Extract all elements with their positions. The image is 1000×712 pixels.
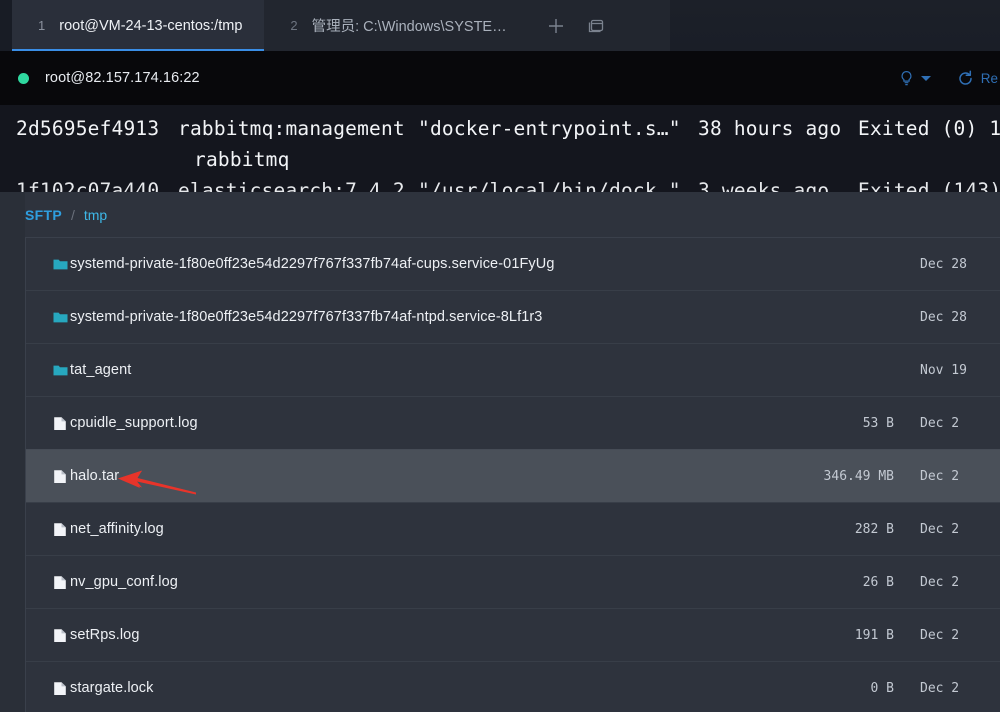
file-date: Dec 2	[920, 521, 960, 537]
file-name: nv_gpu_conf.log	[70, 574, 178, 590]
folder-icon	[53, 256, 68, 273]
container-status: Exited (0) 1	[858, 117, 1000, 140]
container-command: "/usr/local/bin/dock…"	[418, 179, 681, 192]
tab-bar: 1 root@VM-24-13-centos:/tmp 2 管理员: C:\Wi…	[0, 0, 1000, 51]
file-date: Nov 19	[920, 362, 967, 378]
file-name-cell: net_affinity.log	[26, 521, 754, 538]
file-size: 191 B	[854, 627, 894, 643]
table-row[interactable]: net_affinity.log 282 B Dec 2	[26, 502, 1000, 555]
breadcrumb-root[interactable]: SFTP	[25, 207, 62, 223]
container-created: 3 weeks ago	[698, 179, 830, 192]
sftp-file-list[interactable]: systemd-private-1f80e0ff23e54d2297f767f3…	[25, 237, 1000, 712]
connection-actions: Re	[899, 69, 1000, 87]
tab-terminal-1[interactable]: 1 root@VM-24-13-centos:/tmp	[12, 0, 265, 51]
file-icon	[53, 574, 68, 591]
file-size: 346.49 MB	[823, 468, 894, 484]
connection-host-label: root@82.157.174.16:22	[45, 70, 200, 86]
terminal-output[interactable]: 2d5695ef4913 rabbitmq:management "docker…	[0, 105, 1000, 192]
file-icon	[53, 468, 68, 485]
breadcrumb: SFTP / tmp	[0, 192, 1000, 237]
file-date: Dec 28	[920, 256, 967, 272]
tab-bar-left-gutter	[0, 0, 12, 51]
file-name-cell: setRps.log	[26, 627, 754, 644]
table-row[interactable]: tat_agent Nov 19	[26, 343, 1000, 396]
terminal-row: 2d5695ef4913 rabbitmq:management "docker…	[0, 105, 1000, 144]
file-name-cell: stargate.lock	[26, 680, 754, 697]
file-name: setRps.log	[70, 627, 140, 643]
file-name-cell: halo.tar	[26, 468, 754, 485]
table-row[interactable]: nv_gpu_conf.log 26 B Dec 2	[26, 555, 1000, 608]
file-name-cell: nv_gpu_conf.log	[26, 574, 754, 591]
connection-bar: root@82.157.174.16:22 Re	[0, 51, 1000, 105]
refresh-icon	[958, 69, 972, 85]
file-name: systemd-private-1f80e0ff23e54d2297f767f3…	[70, 256, 555, 272]
file-name: cpuidle_support.log	[70, 415, 198, 431]
terminal-row: 1f102c07a440 elasticsearch:7.4.2 "/usr/l…	[0, 175, 1000, 192]
windows-stack-icon[interactable]	[585, 15, 607, 37]
tab-bar-right-panel	[670, 0, 1000, 51]
tab-index-2: 2	[290, 18, 298, 33]
table-row[interactable]: setRps.log 191 B Dec 2	[26, 608, 1000, 661]
reconnect-label: Re	[980, 70, 998, 86]
sftp-left-rail	[0, 192, 25, 712]
file-date: Dec 2	[920, 574, 960, 590]
file-icon	[53, 415, 68, 432]
container-id: 1f102c07a440	[16, 179, 160, 192]
file-name: tat_agent	[70, 362, 132, 378]
folder-icon	[53, 362, 68, 379]
file-name: systemd-private-1f80e0ff23e54d2297f767f3…	[70, 309, 543, 325]
file-icon	[53, 680, 68, 697]
reconnect-button[interactable]: Re	[957, 69, 998, 87]
file-name-cell: systemd-private-1f80e0ff23e54d2297f767f3…	[26, 309, 754, 326]
file-name: halo.tar	[70, 468, 120, 484]
table-row[interactable]: systemd-private-1f80e0ff23e54d2297f767f3…	[26, 290, 1000, 343]
lightbulb-icon	[901, 70, 912, 85]
file-name-cell: tat_agent	[26, 362, 754, 379]
sftp-panel: SFTP / tmp systemd-private-1f80e0ff23e54…	[0, 192, 1000, 712]
chevron-down-icon	[920, 75, 931, 81]
file-size: 53 B	[862, 415, 894, 431]
file-name: net_affinity.log	[70, 521, 164, 537]
file-name-cell: cpuidle_support.log	[26, 415, 754, 432]
file-icon	[53, 627, 68, 644]
table-row[interactable]: stargate.lock 0 B Dec 2	[26, 661, 1000, 712]
tab-title-1: root@VM-24-13-centos:/tmp	[59, 17, 243, 34]
file-date: Dec 2	[920, 468, 960, 484]
tab-index-1: 1	[38, 18, 46, 33]
table-row[interactable]: halo.tar 346.49 MB Dec 2	[26, 449, 1000, 502]
container-id: 2d5695ef4913	[16, 117, 160, 140]
file-date: Dec 2	[920, 680, 960, 696]
file-date: Dec 28	[920, 309, 967, 325]
container-command: "docker-entrypoint.s…"	[418, 117, 681, 140]
breadcrumb-current-dir[interactable]: tmp	[84, 207, 107, 223]
container-status: Exited (143)	[858, 179, 1000, 192]
file-name-cell: systemd-private-1f80e0ff23e54d2297f767f3…	[26, 256, 754, 273]
plus-icon[interactable]	[545, 15, 567, 37]
folder-icon	[53, 309, 68, 326]
connection-status-dot	[18, 72, 29, 84]
tab-terminal-2[interactable]: 2 管理员: C:\Windows\SYSTE…	[264, 0, 529, 51]
container-created: 38 hours ago	[698, 117, 842, 140]
file-icon	[53, 521, 68, 538]
file-date: Dec 2	[920, 627, 960, 643]
breadcrumb-separator: /	[70, 206, 75, 223]
file-date: Dec 2	[920, 415, 960, 431]
app-root: 1 root@VM-24-13-centos:/tmp 2 管理员: C:\Wi…	[0, 0, 1000, 712]
file-size: 282 B	[854, 521, 894, 537]
file-name: stargate.lock	[70, 680, 154, 696]
table-row[interactable]: cpuidle_support.log 53 B Dec 2	[26, 396, 1000, 449]
container-image: rabbitmq:management	[178, 117, 405, 140]
tips-dropdown-button[interactable]	[899, 70, 931, 87]
tab-title-2: 管理员: C:\Windows\SYSTE…	[311, 19, 507, 35]
file-size: 0 B	[870, 680, 894, 696]
table-row[interactable]: systemd-private-1f80e0ff23e54d2297f767f3…	[26, 237, 1000, 290]
container-image: elasticsearch:7.4.2	[178, 179, 405, 192]
tab-bar-actions	[529, 0, 623, 51]
terminal-continuation-line: rabbitmq	[194, 148, 290, 171]
connection-info: root@82.157.174.16:22	[0, 70, 200, 86]
file-size: 26 B	[862, 574, 894, 590]
